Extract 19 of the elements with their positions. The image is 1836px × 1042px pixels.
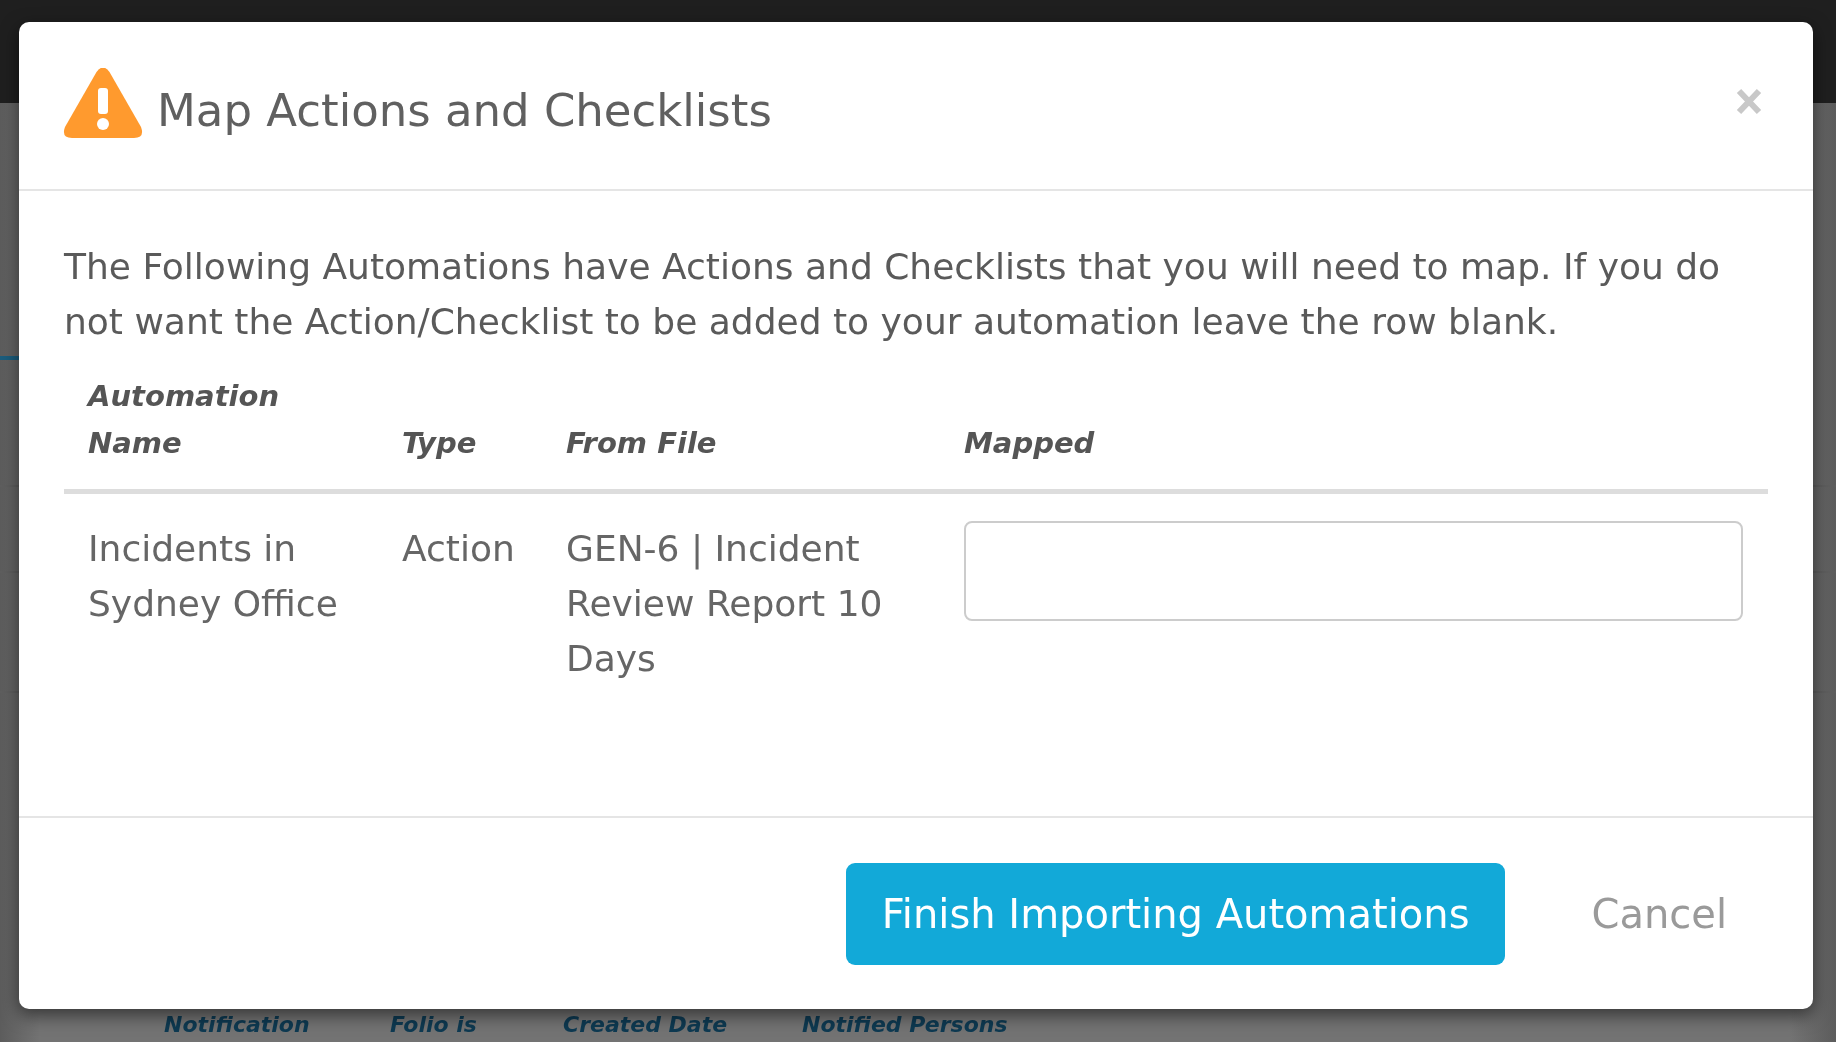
background-column-header: Notified Persons — [802, 1012, 1009, 1038]
column-header: Automation Name — [88, 378, 281, 462]
input-field[interactable] — [964, 521, 1743, 621]
close-icon — [1736, 87, 1762, 115]
instruction-text: The Following Automations have Actions and Checklists that you will need to map. If you do not want the Action/Checklist to be added to your automation leave the row blank. — [64, 245, 1722, 344]
background-column-header: Created Date — [563, 1012, 729, 1038]
close-button[interactable] — [1736, 87, 1762, 115]
warning-icon — [63, 68, 143, 138]
table-cell-text: GEN-6 | Incident Review Report 10 Days — [566, 527, 884, 681]
column-header: Mapped — [964, 425, 1096, 462]
column-header: From File — [566, 425, 718, 462]
finish-button[interactable]: Finish Importing Automations — [845, 863, 1506, 965]
dialog-title: Map Actions and Checklists — [157, 83, 772, 139]
table-cell-text: Action — [402, 527, 516, 571]
background-column-header: Notification — [164, 1012, 311, 1038]
background-column-header: Folio is — [390, 1012, 478, 1038]
table-cell-text: Incidents in Sydney Office — [88, 527, 339, 626]
column-header: Type — [402, 425, 478, 462]
cancel-button[interactable]: Cancel — [1551, 863, 1767, 965]
